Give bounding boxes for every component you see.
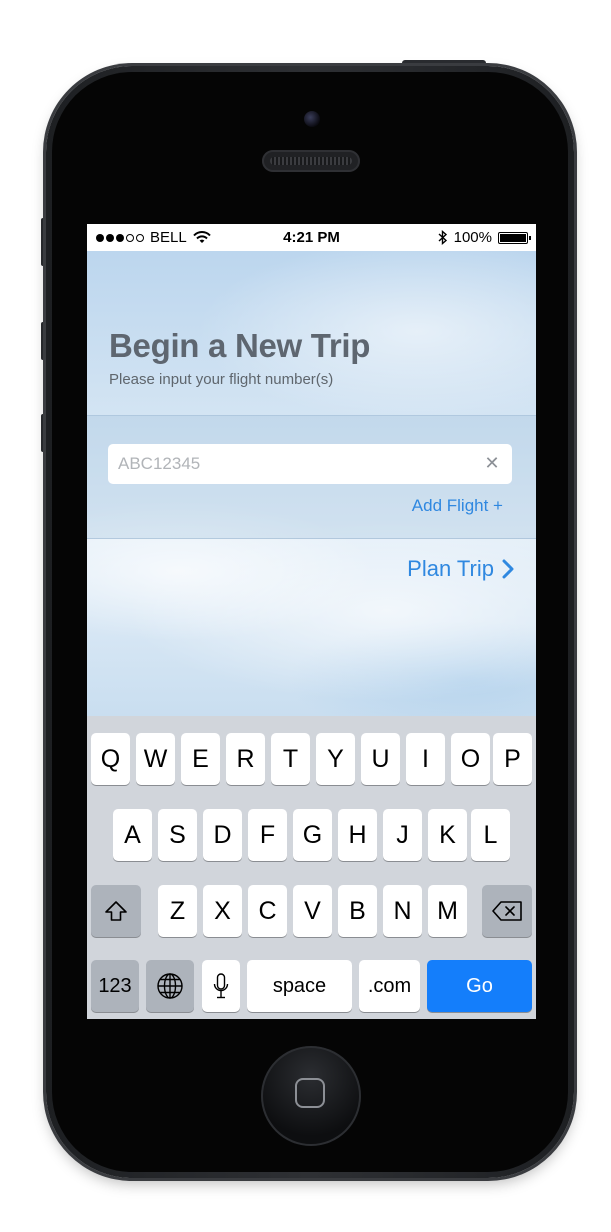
space-key[interactable]: space [247,960,352,1012]
front-camera [304,111,320,127]
page-subtitle: Please input your flight number(s) [109,371,334,388]
screen: BELL 4:21 PM 100% Begin a New Trip Pleas… [87,224,536,1019]
plan-trip-button[interactable]: Plan Trip [407,556,514,582]
shift-icon [105,901,127,921]
key-z[interactable]: Z [158,885,197,937]
key-y[interactable]: Y [316,733,355,785]
key-k[interactable]: K [428,809,467,861]
key-f[interactable]: F [248,809,287,861]
key-t[interactable]: T [271,733,310,785]
flight-number-input[interactable] [118,444,478,484]
key-r[interactable]: R [226,733,265,785]
battery-percent: 100% [453,229,492,246]
key-x[interactable]: X [203,885,242,937]
status-bar: BELL 4:21 PM 100% [87,224,536,251]
key-p[interactable]: P [493,733,532,785]
page-title: Begin a New Trip [109,327,371,364]
key-b[interactable]: B [338,885,377,937]
delete-key[interactable] [482,885,532,937]
key-m[interactable]: M [428,885,467,937]
keyboard: Q W E R T Y U I O P A S D F G H J K L Z … [87,716,536,1019]
key-u[interactable]: U [361,733,400,785]
shift-key[interactable] [91,885,141,937]
globe-key[interactable] [146,960,194,1012]
clear-icon[interactable]: ✕ [482,453,502,473]
home-button-icon [295,1078,325,1108]
plan-trip-label: Plan Trip [407,556,494,581]
dotcom-key[interactable]: .com [359,960,420,1012]
key-o[interactable]: O [451,733,490,785]
numbers-key[interactable]: 123 [91,960,139,1012]
flight-number-field[interactable]: ✕ [108,444,512,484]
key-d[interactable]: D [203,809,242,861]
add-flight-button[interactable]: Add Flight + [412,496,503,516]
backspace-icon [492,901,522,921]
key-n[interactable]: N [383,885,422,937]
trip-form: Begin a New Trip Please input your fligh… [87,251,536,716]
key-j[interactable]: J [383,809,422,861]
dictation-key[interactable] [202,960,240,1012]
key-w[interactable]: W [136,733,175,785]
bluetooth-icon [438,230,447,245]
microphone-icon [213,973,229,999]
key-v[interactable]: V [293,885,332,937]
key-g[interactable]: G [293,809,332,861]
key-e[interactable]: E [181,733,220,785]
key-h[interactable]: H [338,809,377,861]
key-i[interactable]: I [406,733,445,785]
key-c[interactable]: C [248,885,287,937]
chevron-right-icon [502,559,514,579]
key-s[interactable]: S [158,809,197,861]
earpiece-speaker [262,150,360,172]
globe-icon [157,973,183,999]
key-l[interactable]: L [471,809,510,861]
battery-icon [498,231,531,244]
key-q[interactable]: Q [91,733,130,785]
go-button[interactable]: Go [427,960,532,1012]
key-a[interactable]: A [113,809,152,861]
